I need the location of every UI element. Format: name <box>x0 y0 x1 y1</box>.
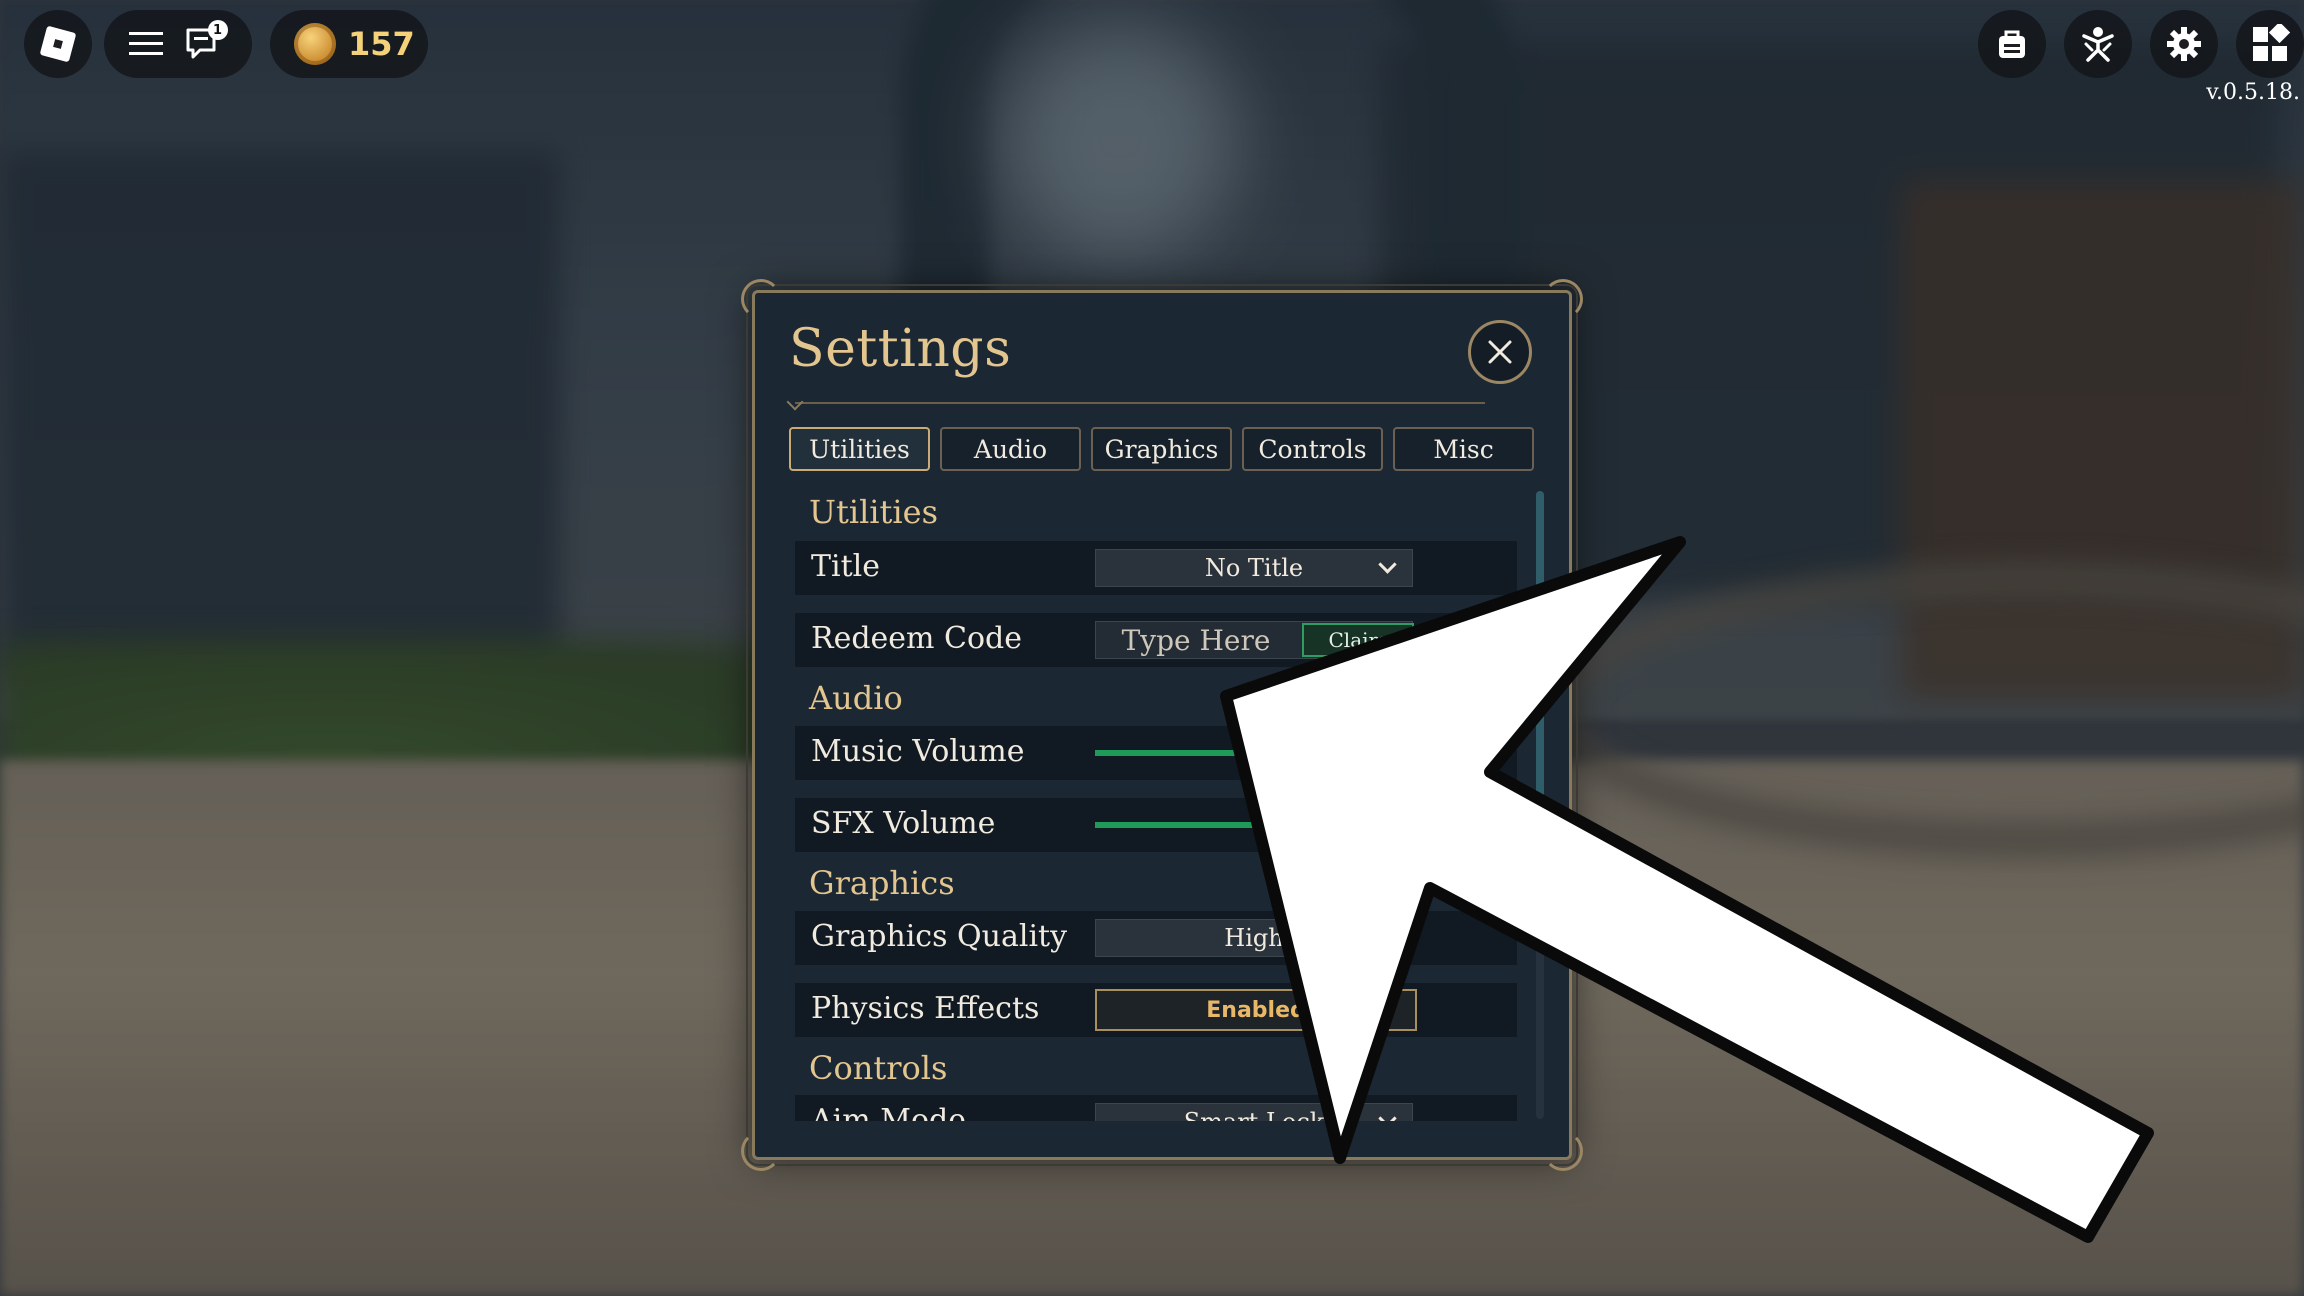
settings-scroll-content[interactable]: Utilities Title No Title Redeem Code Typ… <box>789 489 1529 1121</box>
close-button[interactable] <box>1468 320 1532 384</box>
gear-icon <box>2167 27 2201 61</box>
tab-utilities[interactable]: Utilities <box>789 427 930 471</box>
setting-label: Music Volume <box>811 734 1025 769</box>
notification-badge: 1 <box>207 20 228 40</box>
setting-label: Physics Effects <box>811 991 1040 1026</box>
title-divider <box>795 402 1485 404</box>
setting-row-sfx-volume: SFX Volume <box>795 798 1517 852</box>
roblox-menu-button[interactable] <box>24 10 92 78</box>
section-graphics: Graphics <box>809 864 955 902</box>
tab-misc[interactable]: Misc <box>1393 427 1534 471</box>
settings-panel: Settings Utilities Audio Graphics Contro… <box>741 279 1583 1171</box>
physics-effects-toggle[interactable]: Enabled <box>1095 989 1417 1031</box>
coin-count: 157 <box>348 25 415 63</box>
tab-audio[interactable]: Audio <box>940 427 1081 471</box>
ornament-corner <box>1543 1131 1583 1171</box>
ornament-corner <box>741 1131 781 1171</box>
redeem-code-input[interactable]: Type Here <box>1096 622 1296 658</box>
chevron-down-icon <box>1378 555 1397 574</box>
ornament-corner <box>1543 279 1583 319</box>
setting-row-graphics-quality: Graphics Quality High <box>795 911 1517 965</box>
setting-row-title: Title No Title <box>795 541 1517 595</box>
chevron-down-icon <box>1378 1109 1397 1121</box>
setting-label: SFX Volume <box>811 806 996 841</box>
currency-display[interactable]: 157 <box>270 10 428 78</box>
settings-button[interactable] <box>2150 10 2218 78</box>
section-utilities: Utilities <box>809 493 938 531</box>
setting-label: Aim Mode <box>811 1103 966 1121</box>
setting-row-music-volume: Music Volume <box>795 726 1517 780</box>
backpack-icon <box>1999 30 2025 58</box>
slider-fill <box>1095 750 1261 756</box>
coin-icon <box>294 23 336 65</box>
roblox-logo-icon <box>39 25 77 63</box>
aim-mode-dropdown[interactable]: Smart Lock <box>1095 1103 1413 1121</box>
section-audio: Audio <box>809 679 903 717</box>
settings-tabs: Utilities Audio Graphics Controls Misc <box>789 427 1534 471</box>
version-label: v.0.5.18. <box>2206 80 2300 105</box>
sfx-volume-slider[interactable] <box>1095 822 1413 828</box>
ornament-corner <box>741 279 781 319</box>
emotes-button[interactable] <box>2064 10 2132 78</box>
scrollbar[interactable] <box>1536 491 1544 1119</box>
setting-label: Graphics Quality <box>811 919 1068 954</box>
hamburger-menu-icon[interactable] <box>128 31 163 57</box>
scrollbar-thumb[interactable] <box>1536 491 1544 801</box>
chat-button[interactable]: 1 <box>184 20 228 64</box>
redeem-code-box: Type Here Claim <box>1095 621 1414 659</box>
setting-label: Redeem Code <box>811 621 1023 656</box>
apps-button[interactable] <box>2236 10 2304 78</box>
dropdown-value: Smart Lock <box>1184 1108 1325 1121</box>
setting-row-physics-effects: Physics Effects Enabled <box>795 983 1517 1037</box>
close-icon <box>1488 340 1512 364</box>
grid-apps-icon <box>2253 24 2290 61</box>
backpack-button[interactable] <box>1978 10 2046 78</box>
dropdown-value: No Title <box>1204 554 1304 582</box>
setting-row-redeem-code: Redeem Code Type Here Claim <box>795 613 1517 667</box>
setting-label: Title <box>811 549 881 584</box>
setting-row-aim-mode: Aim Mode Smart Lock <box>795 1095 1517 1121</box>
menu-chat-group: 1 <box>104 10 252 78</box>
graphics-quality-dropdown[interactable]: High <box>1095 919 1413 957</box>
dropdown-value: High <box>1224 924 1284 952</box>
panel-title: Settings <box>789 319 1012 379</box>
music-volume-slider[interactable] <box>1095 750 1413 756</box>
tab-graphics[interactable]: Graphics <box>1091 427 1232 471</box>
claim-button[interactable]: Claim <box>1302 623 1414 657</box>
slider-fill <box>1095 822 1286 828</box>
tab-controls[interactable]: Controls <box>1242 427 1383 471</box>
title-dropdown[interactable]: No Title <box>1095 549 1413 587</box>
emote-figure-icon <box>2082 27 2114 62</box>
section-controls: Controls <box>809 1049 948 1087</box>
